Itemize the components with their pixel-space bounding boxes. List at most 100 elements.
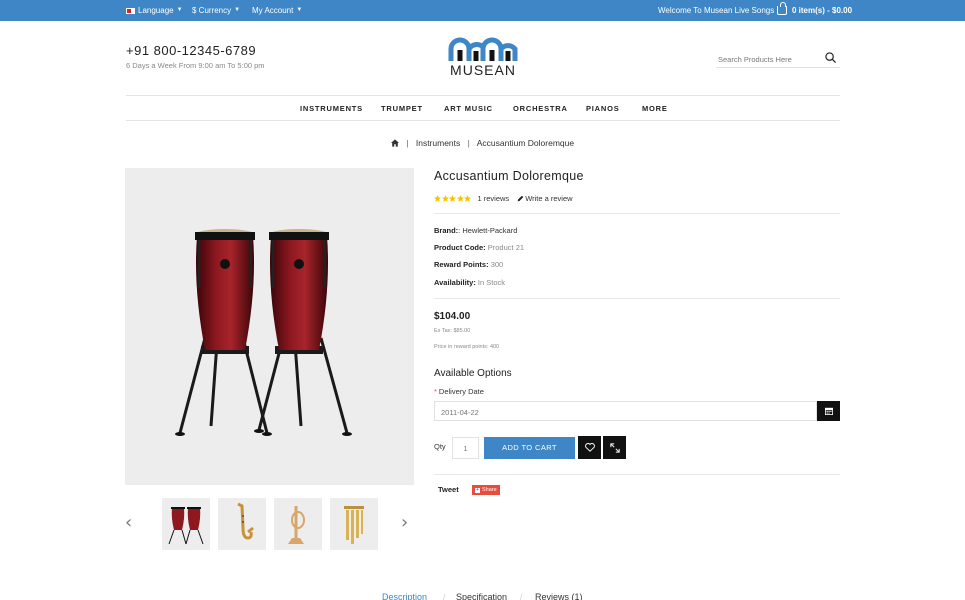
expand-arrows-icon xyxy=(609,442,620,453)
welcome-text: Welcome To Musean Live Songs xyxy=(658,6,775,15)
divider xyxy=(434,213,840,214)
search-input[interactable] xyxy=(716,50,816,69)
chevron-down-icon: ▼ xyxy=(296,7,303,13)
delivery-date-field xyxy=(434,401,817,422)
product-price: $104.00 xyxy=(434,311,471,322)
breadcrumb-separator: | xyxy=(467,138,470,148)
plus-icon: + xyxy=(475,486,480,493)
star-icon xyxy=(464,195,471,202)
tab-specification[interactable]: Specification xyxy=(456,592,507,600)
reviews-count-link[interactable]: 1 reviews xyxy=(478,194,510,203)
tweet-button[interactable]: Tweet xyxy=(438,485,459,494)
nav-item-instruments[interactable]: INSTRUMENTS xyxy=(300,96,363,121)
cart-summary[interactable]: 0 item(s) - $0.00 xyxy=(777,0,852,21)
chevron-down-icon: ▼ xyxy=(176,7,183,13)
product-rating: 1 reviews Write a review xyxy=(434,194,573,203)
breadcrumb-separator: | xyxy=(406,138,409,148)
chevron-right-icon[interactable]: › xyxy=(401,512,408,533)
reward-price: Price in reward points: 400 xyxy=(434,344,500,350)
star-icon xyxy=(456,195,464,202)
currency-label: $ Currency xyxy=(192,6,232,15)
write-review-label: Write a review xyxy=(525,194,573,203)
wind-chimes-icon xyxy=(344,506,364,544)
calendar-icon xyxy=(824,407,833,415)
saxophone-icon xyxy=(237,502,254,540)
currency-selector[interactable]: $ Currency ▼ xyxy=(192,0,240,21)
top-bar: Language ▼ $ Currency ▼ My Account ▼ Wel… xyxy=(0,0,965,21)
delivery-date-input[interactable] xyxy=(435,403,816,422)
product-code-label: Product Code: xyxy=(434,243,486,252)
thumbnail-strip: ‹ › xyxy=(125,498,414,551)
nav-item-trumpet[interactable]: TRUMPET xyxy=(381,96,423,121)
star-icon xyxy=(449,195,456,202)
main-navigation: INSTRUMENTS TRUMPET ART MUSIC ORCHESTRA … xyxy=(126,95,840,121)
product-title: Accusantium Doloremque xyxy=(434,169,584,183)
product-code-value: Product 21 xyxy=(487,243,525,252)
nav-item-art-music[interactable]: ART MUSIC xyxy=(444,96,493,121)
star-icon xyxy=(441,195,449,202)
breadcrumb-current[interactable]: Accusantium Doloremque xyxy=(477,138,574,148)
delivery-date-label: * Delivery Date xyxy=(434,387,484,396)
thumbnail-wind-chimes[interactable] xyxy=(330,498,378,550)
language-label: Language xyxy=(138,6,174,15)
home-icon[interactable] xyxy=(390,139,399,147)
thumbnail-trumpet[interactable] xyxy=(274,498,322,550)
language-selector[interactable]: Language ▼ xyxy=(126,0,183,21)
conga-drums-image xyxy=(175,229,352,436)
nav-item-orchestra[interactable]: ORCHESTRA xyxy=(513,96,568,121)
quantity-input[interactable] xyxy=(452,437,479,459)
share-button[interactable]: + Share xyxy=(472,485,500,495)
cart-summary-label: 0 item(s) - $0.00 xyxy=(792,6,853,15)
availability-label: Availability: xyxy=(434,278,476,287)
account-label: My Account xyxy=(252,6,294,15)
thumbnail-conga-drums[interactable] xyxy=(162,498,210,550)
reward-points-value: 300 xyxy=(490,260,504,269)
available-options-heading: Available Options xyxy=(434,368,512,379)
divider xyxy=(434,298,840,299)
tab-separator: / xyxy=(443,593,446,600)
breadcrumb-instruments[interactable]: Instruments xyxy=(416,138,460,148)
wishlist-button[interactable] xyxy=(578,436,601,459)
divider xyxy=(434,474,840,475)
calendar-button[interactable] xyxy=(817,401,840,421)
tab-reviews[interactable]: Reviews (1) xyxy=(535,592,583,600)
brand-value-link[interactable]: : Hewlett-Packard xyxy=(458,226,517,235)
tab-separator: / xyxy=(520,593,523,600)
ex-tax-price: Ex Tax: $85.00 xyxy=(434,328,471,334)
star-rating xyxy=(434,195,472,202)
pencil-icon xyxy=(517,195,524,202)
share-label: Share xyxy=(482,487,497,493)
conga-drums-icon xyxy=(168,507,204,545)
product-code-row: Product Code: Product 21 xyxy=(434,243,524,252)
required-marker: * xyxy=(434,387,437,396)
availability-value: In Stock xyxy=(477,278,506,287)
delivery-date-label-text: Delivery Date xyxy=(438,387,484,396)
search-box xyxy=(716,49,840,69)
breadcrumb: | Instruments | Accusantium Doloremque xyxy=(0,138,965,148)
nav-item-pianos[interactable]: PIANOS xyxy=(586,96,620,121)
phone-number: +91 800-12345-6789 xyxy=(126,43,257,58)
reward-points-row: Reward Points: 300 xyxy=(434,260,503,269)
qty-label: Qty xyxy=(434,442,446,451)
nav-item-more[interactable]: MORE xyxy=(642,96,668,121)
write-review-link[interactable]: Write a review xyxy=(517,194,573,203)
reward-points-label: Reward Points: xyxy=(434,260,489,269)
star-icon xyxy=(434,195,441,202)
opening-hours: 6 Days a Week From 9:00 am To 5:00 pm xyxy=(126,61,265,70)
trumpet-icon xyxy=(288,506,305,544)
shopping-bag-icon xyxy=(777,2,787,15)
thumbnail-saxophone[interactable] xyxy=(218,498,266,550)
add-to-cart-button[interactable]: ADD TO CART xyxy=(484,437,575,459)
my-account-menu[interactable]: My Account ▼ xyxy=(252,0,302,21)
compare-button[interactable] xyxy=(603,436,626,459)
chevron-down-icon: ▼ xyxy=(234,7,241,13)
heart-icon xyxy=(584,443,595,452)
search-icon[interactable] xyxy=(825,52,836,63)
brand-label: Brand: xyxy=(434,226,459,235)
chevron-left-icon[interactable]: ‹ xyxy=(125,512,132,533)
tab-description[interactable]: Description xyxy=(382,592,427,600)
flag-icon xyxy=(126,7,135,14)
brand-row: Brand:: Hewlett-Packard xyxy=(434,226,517,235)
product-main-image[interactable] xyxy=(125,168,414,485)
availability-row: Availability: In Stock xyxy=(434,278,505,287)
